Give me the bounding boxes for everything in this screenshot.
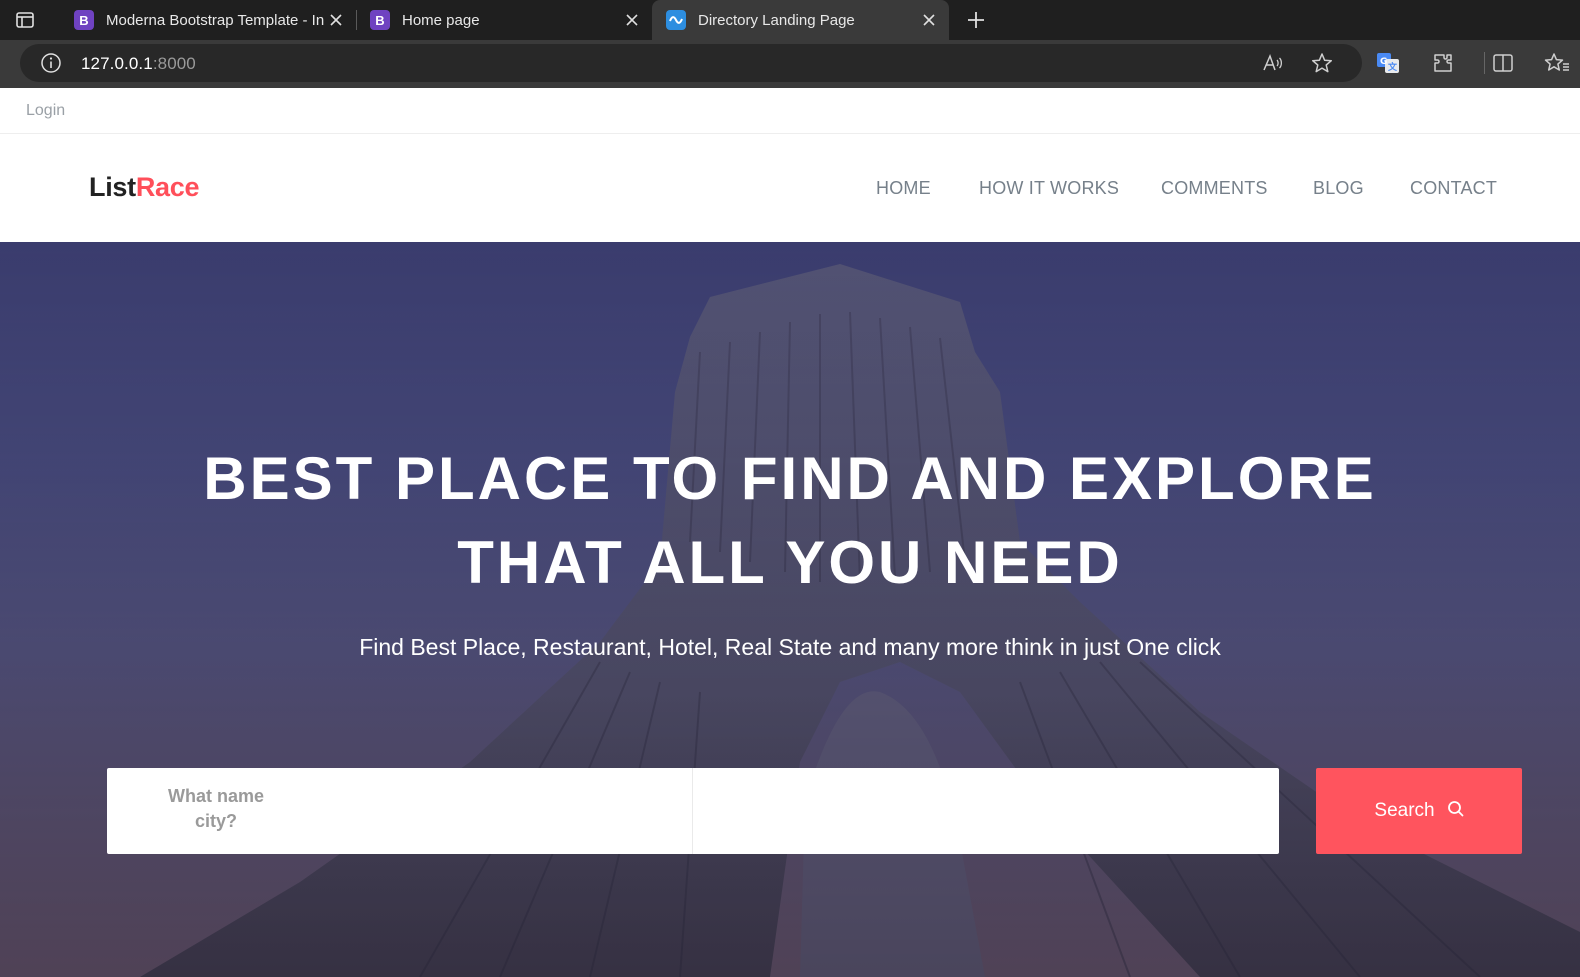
search-label: What name city? (147, 784, 285, 834)
nav-item-comments[interactable]: COMMENTS (1161, 178, 1268, 199)
url-host: 127.0.0.1 (81, 54, 153, 73)
browser-tab-strip: B Moderna Bootstrap Template - In B Home… (0, 0, 1580, 40)
page-topbar: Login (0, 88, 1580, 134)
brand-logo[interactable]: ListRace (89, 172, 199, 203)
tab-title: Moderna Bootstrap Template - In (106, 11, 324, 29)
hero-title-line1: BEST PLACE TO FIND AND EXPLORE (203, 445, 1377, 512)
brand-logo-part1: List (89, 172, 136, 202)
hero-section: BEST PLACE TO FIND AND EXPLORE THAT ALL … (0, 242, 1580, 977)
favorites-list-icon[interactable] (1544, 50, 1570, 76)
wave-favicon-icon (666, 10, 686, 30)
search-button[interactable]: Search (1316, 768, 1522, 854)
svg-text:文: 文 (1387, 61, 1398, 73)
hero-title-line2: THAT ALL YOU NEED (457, 529, 1123, 596)
login-link[interactable]: Login (26, 102, 65, 120)
favorite-star-icon[interactable] (1309, 50, 1335, 76)
bootstrap-favicon-icon: B (74, 10, 94, 30)
translate-icon[interactable]: G文 (1375, 50, 1401, 76)
browser-tab-moderna[interactable]: B Moderna Bootstrap Template - In (60, 0, 356, 40)
city-search-input[interactable] (697, 782, 1267, 840)
close-tab-icon[interactable] (917, 8, 941, 32)
nav-item-blog[interactable]: BLOG (1313, 178, 1364, 199)
nav-item-how-it-works[interactable]: HOW IT WORKS (979, 178, 1119, 199)
close-tab-icon[interactable] (620, 8, 644, 32)
url-port: :8000 (152, 54, 196, 73)
close-tab-icon[interactable] (324, 8, 348, 32)
site-navbar: ListRace HOME HOW IT WORKS COMMENTS BLOG… (0, 134, 1580, 242)
browser-tab-directory[interactable]: Directory Landing Page (652, 0, 949, 40)
svg-text:G: G (1380, 57, 1387, 67)
nav-item-home[interactable]: HOME (876, 178, 931, 199)
hero-subtitle: Find Best Place, Restaurant, Hotel, Real… (359, 634, 1221, 660)
address-bar[interactable]: 127.0.0.1:8000 (20, 44, 1362, 82)
search-icon (1447, 800, 1464, 823)
split-screen-icon[interactable] (1490, 50, 1516, 76)
browser-toolbar: 127.0.0.1:8000 G文 (0, 40, 1580, 88)
bootstrap-favicon-icon: B (370, 10, 390, 30)
new-tab-plus-icon[interactable] (962, 6, 990, 34)
url-text[interactable]: 127.0.0.1:8000 (81, 54, 196, 74)
tab-title: Directory Landing Page (698, 11, 855, 29)
tab-title: Home page (402, 11, 480, 29)
brand-logo-part2: Race (135, 172, 200, 202)
toolbar-divider (1484, 52, 1485, 74)
browser-tab-home[interactable]: B Home page (356, 0, 652, 40)
hero-background-tower-image (0, 242, 1580, 977)
site-info-icon[interactable] (40, 52, 62, 74)
nav-item-contact[interactable]: CONTACT (1410, 178, 1497, 199)
search-button-label: Search (1374, 800, 1435, 821)
tab-actions-icon[interactable] (14, 9, 36, 31)
read-aloud-icon[interactable] (1260, 50, 1286, 76)
search-box: What name city? (107, 768, 1279, 854)
extensions-puzzle-icon[interactable] (1430, 50, 1456, 76)
search-label-line1: What name (167, 786, 264, 806)
search-label-line2: city? (194, 811, 237, 831)
hero-title: BEST PLACE TO FIND AND EXPLORE THAT ALL … (0, 437, 1580, 605)
search-divider (692, 768, 693, 854)
